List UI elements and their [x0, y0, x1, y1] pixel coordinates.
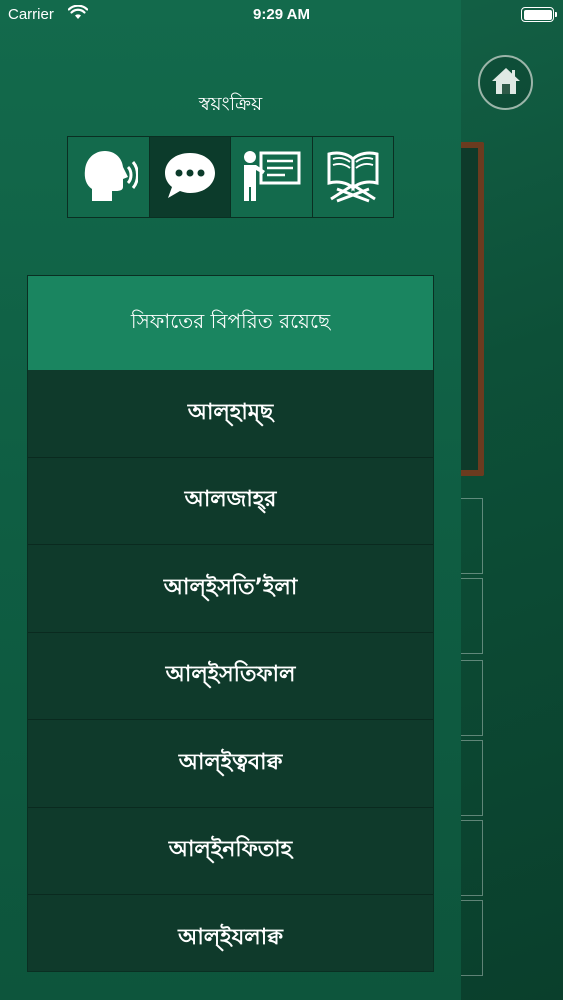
battery-level	[523, 9, 552, 20]
quran-book-icon	[323, 145, 383, 209]
list-item[interactable]: আল্ইনফিতাহ	[28, 807, 433, 895]
chat-mode-button[interactable]	[149, 137, 231, 217]
list-item[interactable]: আল্ইত্ববাক্ব	[28, 720, 433, 808]
home-icon	[489, 64, 523, 102]
auto-play-label: স্বয়ংক্রিয়	[198, 93, 263, 115]
list-item[interactable]: আল্ইযলাক্ব	[28, 895, 433, 971]
sifat-list: সিফাতের বিপরিত রয়েছে আল্হাম্ছ আলজাহ্‌র …	[27, 275, 434, 972]
home-button[interactable]	[478, 55, 533, 110]
battery-icon	[521, 7, 557, 22]
list-header: সিফাতের বিপরিত রয়েছে	[28, 276, 433, 370]
side-drawer: স্বয়ংক্রিয় সিফাতের বিপরিত রয়েছে আল্হা…	[0, 0, 461, 1000]
list-item[interactable]: আল্হাম্ছ	[28, 370, 433, 458]
clock: 9:29 AM	[253, 6, 310, 23]
teacher-mode-button[interactable]	[231, 137, 313, 217]
list-item[interactable]: আলজাহ্‌র	[28, 457, 433, 545]
list-item[interactable]: আল্ইসতি’ইলা	[28, 545, 433, 633]
speaking-head-icon	[78, 145, 140, 209]
status-bar: Carrier 9:29 AM	[0, 0, 563, 30]
quran-mode-button[interactable]	[312, 137, 393, 217]
listen-mode-button[interactable]	[68, 137, 150, 217]
mode-selector	[67, 136, 394, 218]
teacher-board-icon	[239, 145, 303, 209]
chat-bubble-icon	[160, 145, 220, 209]
list-item[interactable]: আল্ইসতিফাল	[28, 632, 433, 720]
